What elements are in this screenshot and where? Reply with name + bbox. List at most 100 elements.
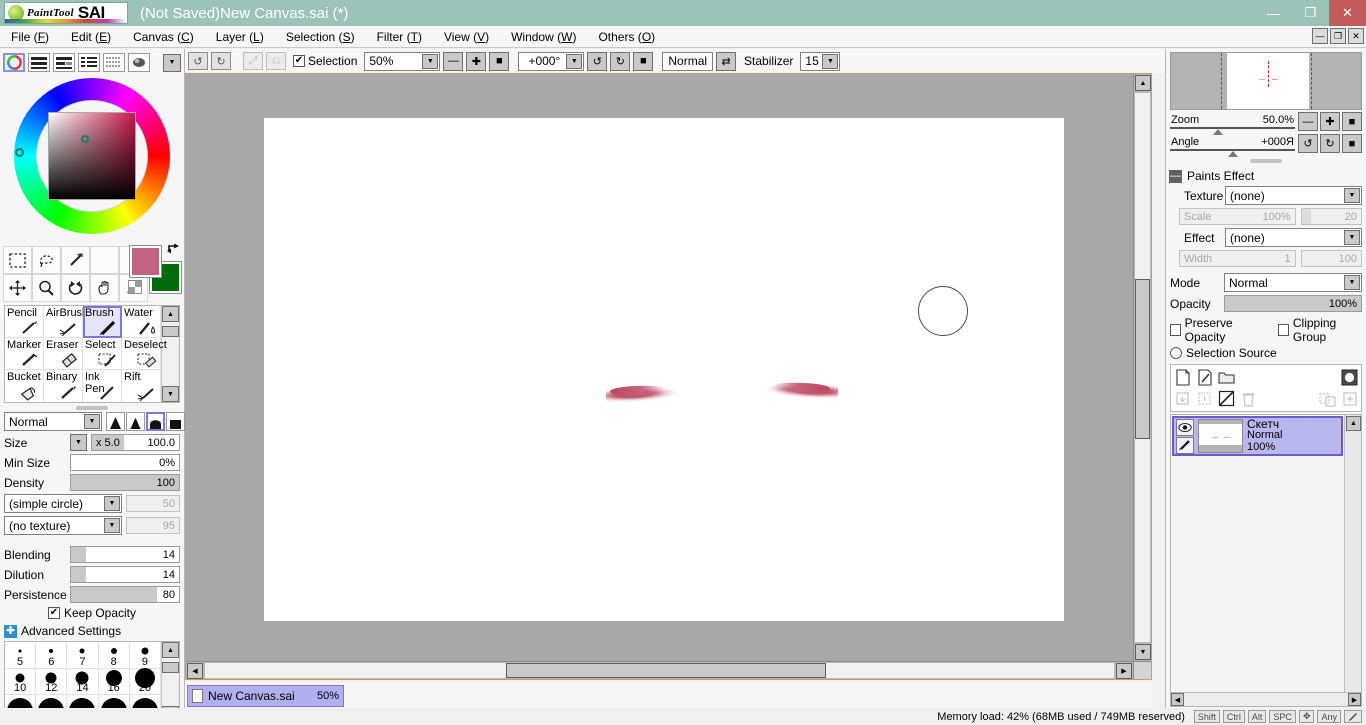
tool-airbrush[interactable]: AirBrush [44, 306, 88, 338]
transparent-color-swatch[interactable] [128, 280, 142, 294]
preserve-opacity-toggle[interactable]: Preserve Opacity [1166, 315, 1268, 345]
size-preset-cell[interactable]: 14 [67, 668, 99, 696]
texture-combo[interactable]: (none) ▼ [1225, 186, 1362, 205]
chevron-down-icon[interactable]: ▼ [422, 53, 439, 69]
dilution-slider[interactable]: 14 [70, 566, 180, 583]
brush-texture-combo[interactable]: (no texture) ▼ [4, 516, 122, 535]
size-preset-cell[interactable]: 6 [36, 642, 68, 669]
eye-icon[interactable] [1176, 418, 1194, 436]
tool-bucket[interactable]: Bucket [5, 370, 44, 402]
size-preset-cell[interactable]: 16 [98, 668, 130, 696]
add-below-icon[interactable] [1340, 389, 1359, 408]
doc-restore-button[interactable]: ❐ [1330, 28, 1346, 44]
preserve-opacity-checkbox[interactable] [1170, 324, 1181, 336]
saturation-value-square[interactable] [48, 112, 136, 200]
tool-water[interactable]: Water [122, 306, 161, 338]
fit-to-view-button[interactable]: ⤢ [243, 52, 263, 70]
magic-wand-icon[interactable] [61, 246, 90, 274]
advanced-settings-toggle[interactable]: ✚ Advanced Settings [4, 624, 184, 638]
scroll-down-icon[interactable]: ▼ [162, 386, 179, 402]
tool-deselect[interactable]: Deselect [122, 338, 167, 370]
chevron-down-icon[interactable]: ▼ [1344, 230, 1360, 245]
menu-canvas[interactable]: Canvas (C) [122, 28, 205, 46]
maximize-button[interactable]: ❐ [1292, 0, 1329, 26]
round-tip-icon[interactable] [146, 412, 165, 431]
menu-others[interactable]: Others (O) [587, 28, 666, 46]
persistence-slider[interactable]: 80 [70, 586, 180, 603]
hsv-slider-icon[interactable] [53, 53, 75, 72]
scroll-down-icon[interactable]: ▼ [1135, 644, 1151, 660]
min-size-slider[interactable]: 0% [70, 454, 180, 471]
tool-marker[interactable]: Marker [5, 338, 44, 370]
scroll-left-icon[interactable]: ◀ [1171, 693, 1184, 706]
zoom-reset-button[interactable]: ■ [489, 51, 510, 71]
chevron-down-icon[interactable]: ▼ [104, 518, 120, 533]
selection-toggle[interactable]: ✔ Selection [293, 54, 357, 68]
menu-window[interactable]: Window (W) [500, 28, 587, 46]
menu-file[interactable]: File (F) [0, 28, 60, 46]
rotate-cw-button[interactable]: ↻ [610, 51, 631, 71]
merge-down-icon[interactable] [1173, 389, 1192, 408]
tool-select[interactable]: Select [83, 338, 122, 370]
sharp-tip-icon[interactable] [106, 412, 125, 431]
paints-effect-header[interactable]: — Paints Effect [1166, 165, 1366, 186]
zoom-combo[interactable]: 50% ▼ [364, 51, 441, 71]
new-layer-icon[interactable] [1173, 368, 1192, 387]
keep-opacity-row[interactable]: ✔ Keep Opacity [4, 606, 180, 620]
clear-layer-icon[interactable] [1217, 389, 1236, 408]
scroll-up-icon[interactable]: ▲ [162, 642, 179, 658]
chevron-down-icon[interactable]: ▼ [104, 496, 120, 511]
nav-zoom-in-button[interactable]: ✚ [1320, 112, 1340, 131]
menu-edit[interactable]: Edit (E) [60, 28, 122, 46]
effect-combo[interactable]: (none) ▼ [1225, 228, 1362, 247]
panel-resize-handle[interactable] [76, 406, 108, 410]
tool-eraser[interactable]: Eraser [44, 338, 83, 370]
selection-source-toggle[interactable]: Selection Source [1166, 345, 1366, 361]
palette-menu-button[interactable]: ▼ [163, 53, 181, 72]
size-slider[interactable]: x 5.0 100.0 [91, 434, 180, 451]
nav-zoom-out-button[interactable]: — [1298, 112, 1318, 131]
tool-binary[interactable]: Binary [44, 370, 83, 402]
nav-rotate-cw-button[interactable]: ↻ [1320, 134, 1340, 153]
layer-opacity-slider[interactable]: 100% [1224, 295, 1362, 312]
size-dropdown-button[interactable]: ▼ [70, 434, 87, 451]
size-preset-cell[interactable]: 12 [36, 668, 68, 696]
color-wheel-icon[interactable] [3, 53, 25, 72]
zoom-icon[interactable] [32, 274, 61, 302]
navigator-thumbnail[interactable] [1170, 52, 1362, 110]
stabilizer-combo[interactable]: 15 ▼ [800, 51, 841, 71]
collapse-icon[interactable]: — [1169, 169, 1182, 183]
zoom-in-button[interactable]: ✚ [466, 51, 487, 71]
size-preset-cell[interactable]: 10 [5, 668, 37, 696]
scroll-left-icon[interactable]: ◀ [187, 663, 203, 679]
size-preset-cell[interactable]: 5 [5, 642, 37, 669]
nav-zoom-reset-button[interactable]: ■ [1342, 112, 1362, 131]
rotate-ccw-button[interactable]: ↺ [587, 51, 608, 71]
doc-close-button[interactable]: ✕ [1348, 28, 1364, 44]
brush-shape-combo[interactable]: (simple circle) ▼ [4, 494, 122, 513]
scroll-thumb[interactable] [1135, 279, 1150, 439]
menu-filter[interactable]: Filter (T) [366, 28, 433, 46]
new-folder-icon[interactable] [1217, 368, 1236, 387]
layer-row[interactable]: Скетч Normal 100% [1172, 416, 1343, 456]
canvas-horizontal-scrollbar[interactable]: ◀ ▶ [186, 661, 1133, 679]
rotate-icon[interactable] [61, 274, 90, 302]
scratch-pad-icon[interactable] [128, 53, 150, 72]
scroll-right-icon[interactable]: ▶ [1348, 693, 1361, 706]
reset-rotation-button[interactable]: ⎌ [266, 52, 286, 70]
layer-list-scrollbar[interactable]: ▲ [1344, 415, 1361, 701]
clipping-group-checkbox[interactable] [1278, 324, 1289, 336]
plus-icon[interactable]: ✚ [4, 624, 17, 638]
undo-button[interactable]: ↺ [188, 52, 208, 70]
scroll-thumb[interactable] [162, 326, 179, 337]
redo-button[interactable]: ↻ [211, 52, 231, 70]
tool-pencil[interactable]: Pencil [5, 306, 44, 338]
nav-angle-reset-button[interactable]: ■ [1342, 134, 1362, 153]
scroll-up-icon[interactable]: ▲ [162, 306, 179, 322]
tool-brush[interactable]: Brush [83, 306, 122, 338]
right-panel-horizontal-scrollbar[interactable]: ◀ ▶ [1170, 692, 1362, 707]
angle-combo[interactable]: +000° ▼ [518, 51, 585, 71]
hand-icon[interactable] [90, 274, 119, 302]
menu-view[interactable]: View (V) [433, 28, 500, 46]
tool-grid-scrollbar[interactable]: ▲ ▼ [161, 306, 179, 402]
